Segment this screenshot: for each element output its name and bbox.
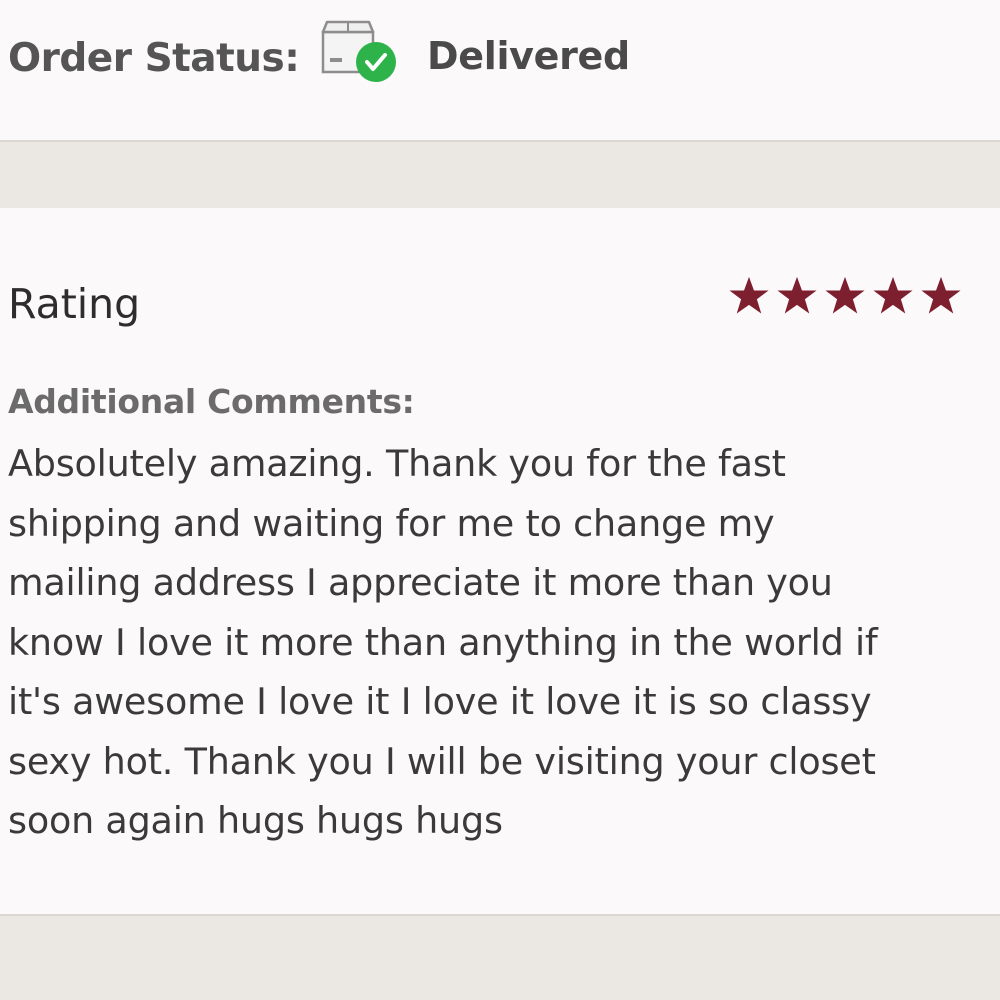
comment-text: Absolutely amazing. Thank you for the fa… (8, 434, 993, 851)
star-icon (729, 276, 769, 314)
comment-line: mailing address I appreciate it more tha… (8, 561, 833, 604)
comment-line: it's awesome I love it I love it love it… (8, 680, 872, 723)
order-status-card: Order Status: Delivered (0, 0, 1000, 142)
comment-line: shipping and waiting for me to change my (8, 501, 775, 545)
comment-line: sexy hot. Thank you I will be visiting y… (8, 739, 876, 783)
comment-line: know I love it more than anything in the… (8, 620, 878, 664)
star-icon (825, 276, 865, 314)
package-delivered-icon (318, 18, 402, 86)
comments-label: Additional Comments: (8, 382, 415, 421)
star-icon (777, 276, 817, 314)
rating-heading: Rating (8, 280, 141, 328)
comment-line: soon again hugs hugs hugs (8, 799, 503, 842)
star-icon (921, 276, 961, 314)
review-card: Rating Additional Comments: Absolutely a… (0, 208, 1000, 916)
star-rating (726, 274, 964, 320)
order-status-value: Delivered (427, 34, 630, 78)
order-status-label: Order Status: (8, 36, 300, 81)
star-icon (873, 276, 913, 314)
comment-line: Absolutely amazing. Thank you for the fa… (8, 442, 786, 485)
section-divider (0, 916, 1000, 1000)
section-divider (0, 142, 1000, 208)
